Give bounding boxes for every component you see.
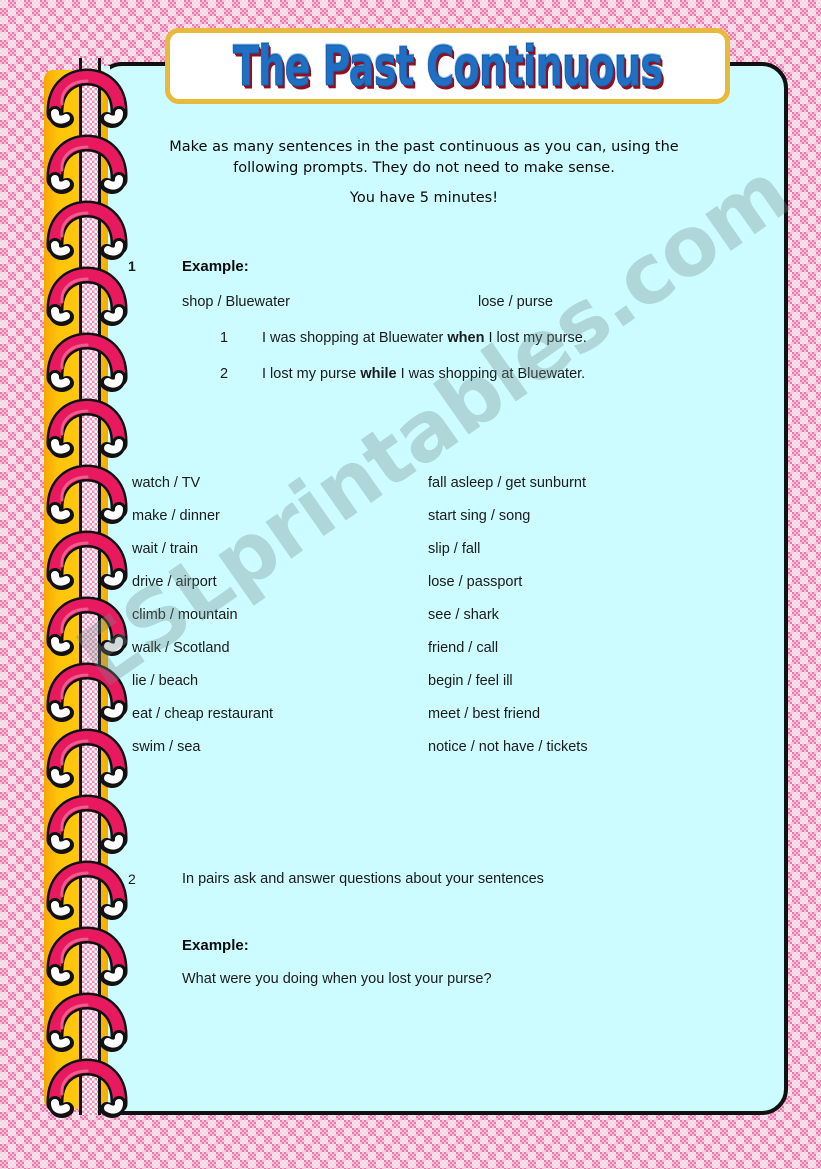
prompt-left: walk / Scotland [132, 640, 230, 656]
prompt-left: swim / sea [132, 739, 201, 755]
section2-number: 2 [128, 871, 136, 887]
intro-line-1: Make as many sentences in the past conti… [169, 139, 679, 155]
prompt-right: notice / not have / tickets [428, 739, 588, 755]
page-title: The Past Continuous [232, 34, 663, 98]
section2-question: What were you doing when you lost your p… [182, 971, 492, 987]
example-sentence-1-number: 1 [220, 330, 229, 346]
prompt-left: eat / cheap restaurant [132, 706, 274, 722]
example-sentence-2-text: I lost my purse while I was shopping at … [262, 366, 586, 382]
intro-line-2: following prompts. They do not need to m… [233, 160, 615, 176]
prompt-right: slip / fall [428, 541, 481, 557]
prompt-right: fall asleep / get sunburnt [428, 475, 586, 491]
section1-number: 1 [128, 258, 136, 274]
keyword-when: when [447, 330, 485, 346]
prompt-left: lie / beach [132, 673, 199, 689]
prompt-right: start sing / song [428, 508, 531, 524]
worksheet-content: Make as many sentences in the past conti… [110, 110, 780, 1110]
title-box: The Past Continuous [165, 28, 730, 104]
keyword-while: while [360, 366, 397, 382]
prompt-right: meet / best friend [428, 706, 541, 722]
example-prompt-right: lose / purse [478, 294, 553, 310]
example-sentence-1-text: I was shopping at Bluewater when I lost … [262, 330, 587, 346]
section2-heading: Example: [182, 937, 249, 954]
example-sentence-2-number: 2 [220, 366, 229, 382]
prompt-left: make / dinner [132, 508, 220, 524]
prompt-left: wait / train [132, 541, 199, 557]
prompt-left: watch / TV [132, 475, 201, 491]
section1-heading: Example: [182, 258, 249, 275]
prompt-left: drive / airport [132, 574, 217, 590]
prompt-left: climb / mountain [132, 607, 238, 623]
section2-instruction: In pairs ask and answer questions about … [182, 871, 544, 887]
worksheet-page: The Past Continuous Make as many sentenc… [0, 0, 821, 1169]
example-prompt-left: shop / Bluewater [182, 294, 291, 310]
prompt-right: begin / feel ill [428, 673, 513, 689]
intro-line-3: You have 5 minutes! [349, 190, 499, 206]
prompt-right: friend / call [428, 640, 499, 656]
prompt-right: lose / passport [428, 574, 523, 590]
prompt-right: see / shark [428, 607, 499, 623]
